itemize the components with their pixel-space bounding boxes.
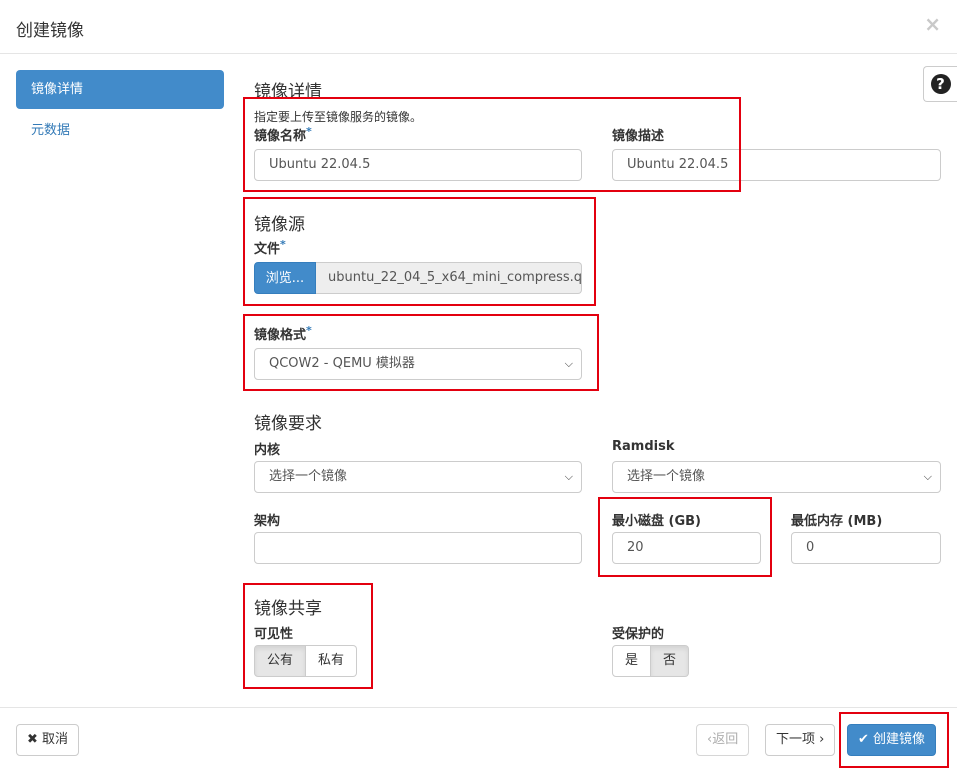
min-disk-input[interactable]: 20: [612, 532, 761, 564]
file-label-text: 文件: [254, 242, 281, 257]
protected-toggle: 是 否: [612, 645, 690, 677]
details-description: 指定要上传至镜像服务的镜像。: [254, 110, 423, 124]
ramdisk-label: Ramdisk: [612, 439, 675, 454]
check-icon: ✔: [858, 732, 869, 747]
format-label: 镜像格式*: [254, 324, 312, 343]
back-button[interactable]: ‹返回: [696, 724, 750, 756]
protected-label: 受保护的: [612, 627, 665, 642]
help-button[interactable]: ?: [923, 66, 957, 102]
image-desc-label: 镜像描述: [612, 129, 665, 144]
back-button-label: 返回: [712, 732, 739, 747]
required-mark: *: [306, 125, 312, 138]
question-icon: ?: [930, 74, 951, 94]
visibility-toggle: 公有 私有: [254, 645, 358, 677]
next-button-label: 下一项: [776, 732, 816, 747]
create-image-button[interactable]: ✔ 创建镜像: [847, 724, 937, 756]
file-picker: 浏览... ubuntu_22_04_5_x64_mini_compress.q…: [254, 262, 582, 294]
arch-input[interactable]: [254, 532, 582, 564]
image-name-label: 镜像名称*: [254, 125, 312, 144]
close-icon: ✖: [27, 732, 38, 747]
image-desc-input[interactable]: Ubuntu 22.04.5: [612, 149, 941, 181]
ramdisk-select[interactable]: 选择一个镜像 ⌵: [612, 461, 941, 493]
format-label-text: 镜像格式: [254, 328, 307, 343]
required-mark: *: [306, 324, 312, 337]
kernel-select-value: 选择一个镜像: [269, 469, 348, 484]
visibility-private-option[interactable]: 私有: [306, 645, 358, 677]
ramdisk-select-value: 选择一个镜像: [627, 469, 706, 484]
visibility-label: 可见性: [254, 627, 294, 642]
file-name-field[interactable]: ubuntu_22_04_5_x64_mini_compress.qcow2: [316, 262, 582, 294]
chevron-down-icon: ⌵: [923, 470, 932, 483]
min-ram-label: 最低内存 (MB): [791, 514, 883, 529]
chevron-right-icon: ›: [815, 732, 825, 747]
section-title-requirements: 镜像要求: [254, 414, 322, 434]
section-title-sharing: 镜像共享: [254, 599, 322, 619]
visibility-public-option[interactable]: 公有: [254, 645, 307, 677]
protected-no-option[interactable]: 否: [651, 645, 690, 677]
chevron-down-icon: ⌵: [564, 357, 573, 370]
close-icon[interactable]: ×: [924, 12, 941, 36]
image-name-input[interactable]: Ubuntu 22.04.5: [254, 149, 582, 181]
section-title-details: 镜像详情: [254, 82, 322, 102]
sidebar-item-image-details[interactable]: 镜像详情: [16, 70, 224, 109]
next-button[interactable]: 下一项 ›: [765, 724, 836, 756]
cancel-button[interactable]: ✖ 取消: [16, 724, 80, 756]
sidebar-item-metadata[interactable]: 元数据: [16, 111, 224, 150]
min-disk-label: 最小磁盘 (GB): [612, 514, 701, 529]
cancel-button-label: 取消: [42, 732, 69, 747]
arch-label: 架构: [254, 514, 281, 529]
kernel-label: 内核: [254, 443, 281, 458]
image-name-label-text: 镜像名称: [254, 129, 307, 144]
min-ram-input[interactable]: 0: [791, 532, 941, 564]
kernel-select[interactable]: 选择一个镜像 ⌵: [254, 461, 582, 493]
create-image-button-label: 创建镜像: [873, 732, 926, 747]
wizard-sidebar: 镜像详情 元数据: [16, 70, 224, 152]
format-select[interactable]: QCOW2 - QEMU 模拟器 ⌵: [254, 348, 582, 380]
file-label: 文件*: [254, 238, 286, 257]
section-title-source: 镜像源: [254, 215, 305, 235]
modal-title: 创建镜像: [16, 21, 84, 41]
modal-header: 创建镜像 ×: [0, 0, 957, 54]
required-mark: *: [280, 238, 286, 251]
format-select-value: QCOW2 - QEMU 模拟器: [269, 356, 415, 371]
chevron-down-icon: ⌵: [564, 470, 573, 483]
browse-button[interactable]: 浏览...: [254, 262, 316, 294]
protected-yes-option[interactable]: 是: [612, 645, 652, 677]
